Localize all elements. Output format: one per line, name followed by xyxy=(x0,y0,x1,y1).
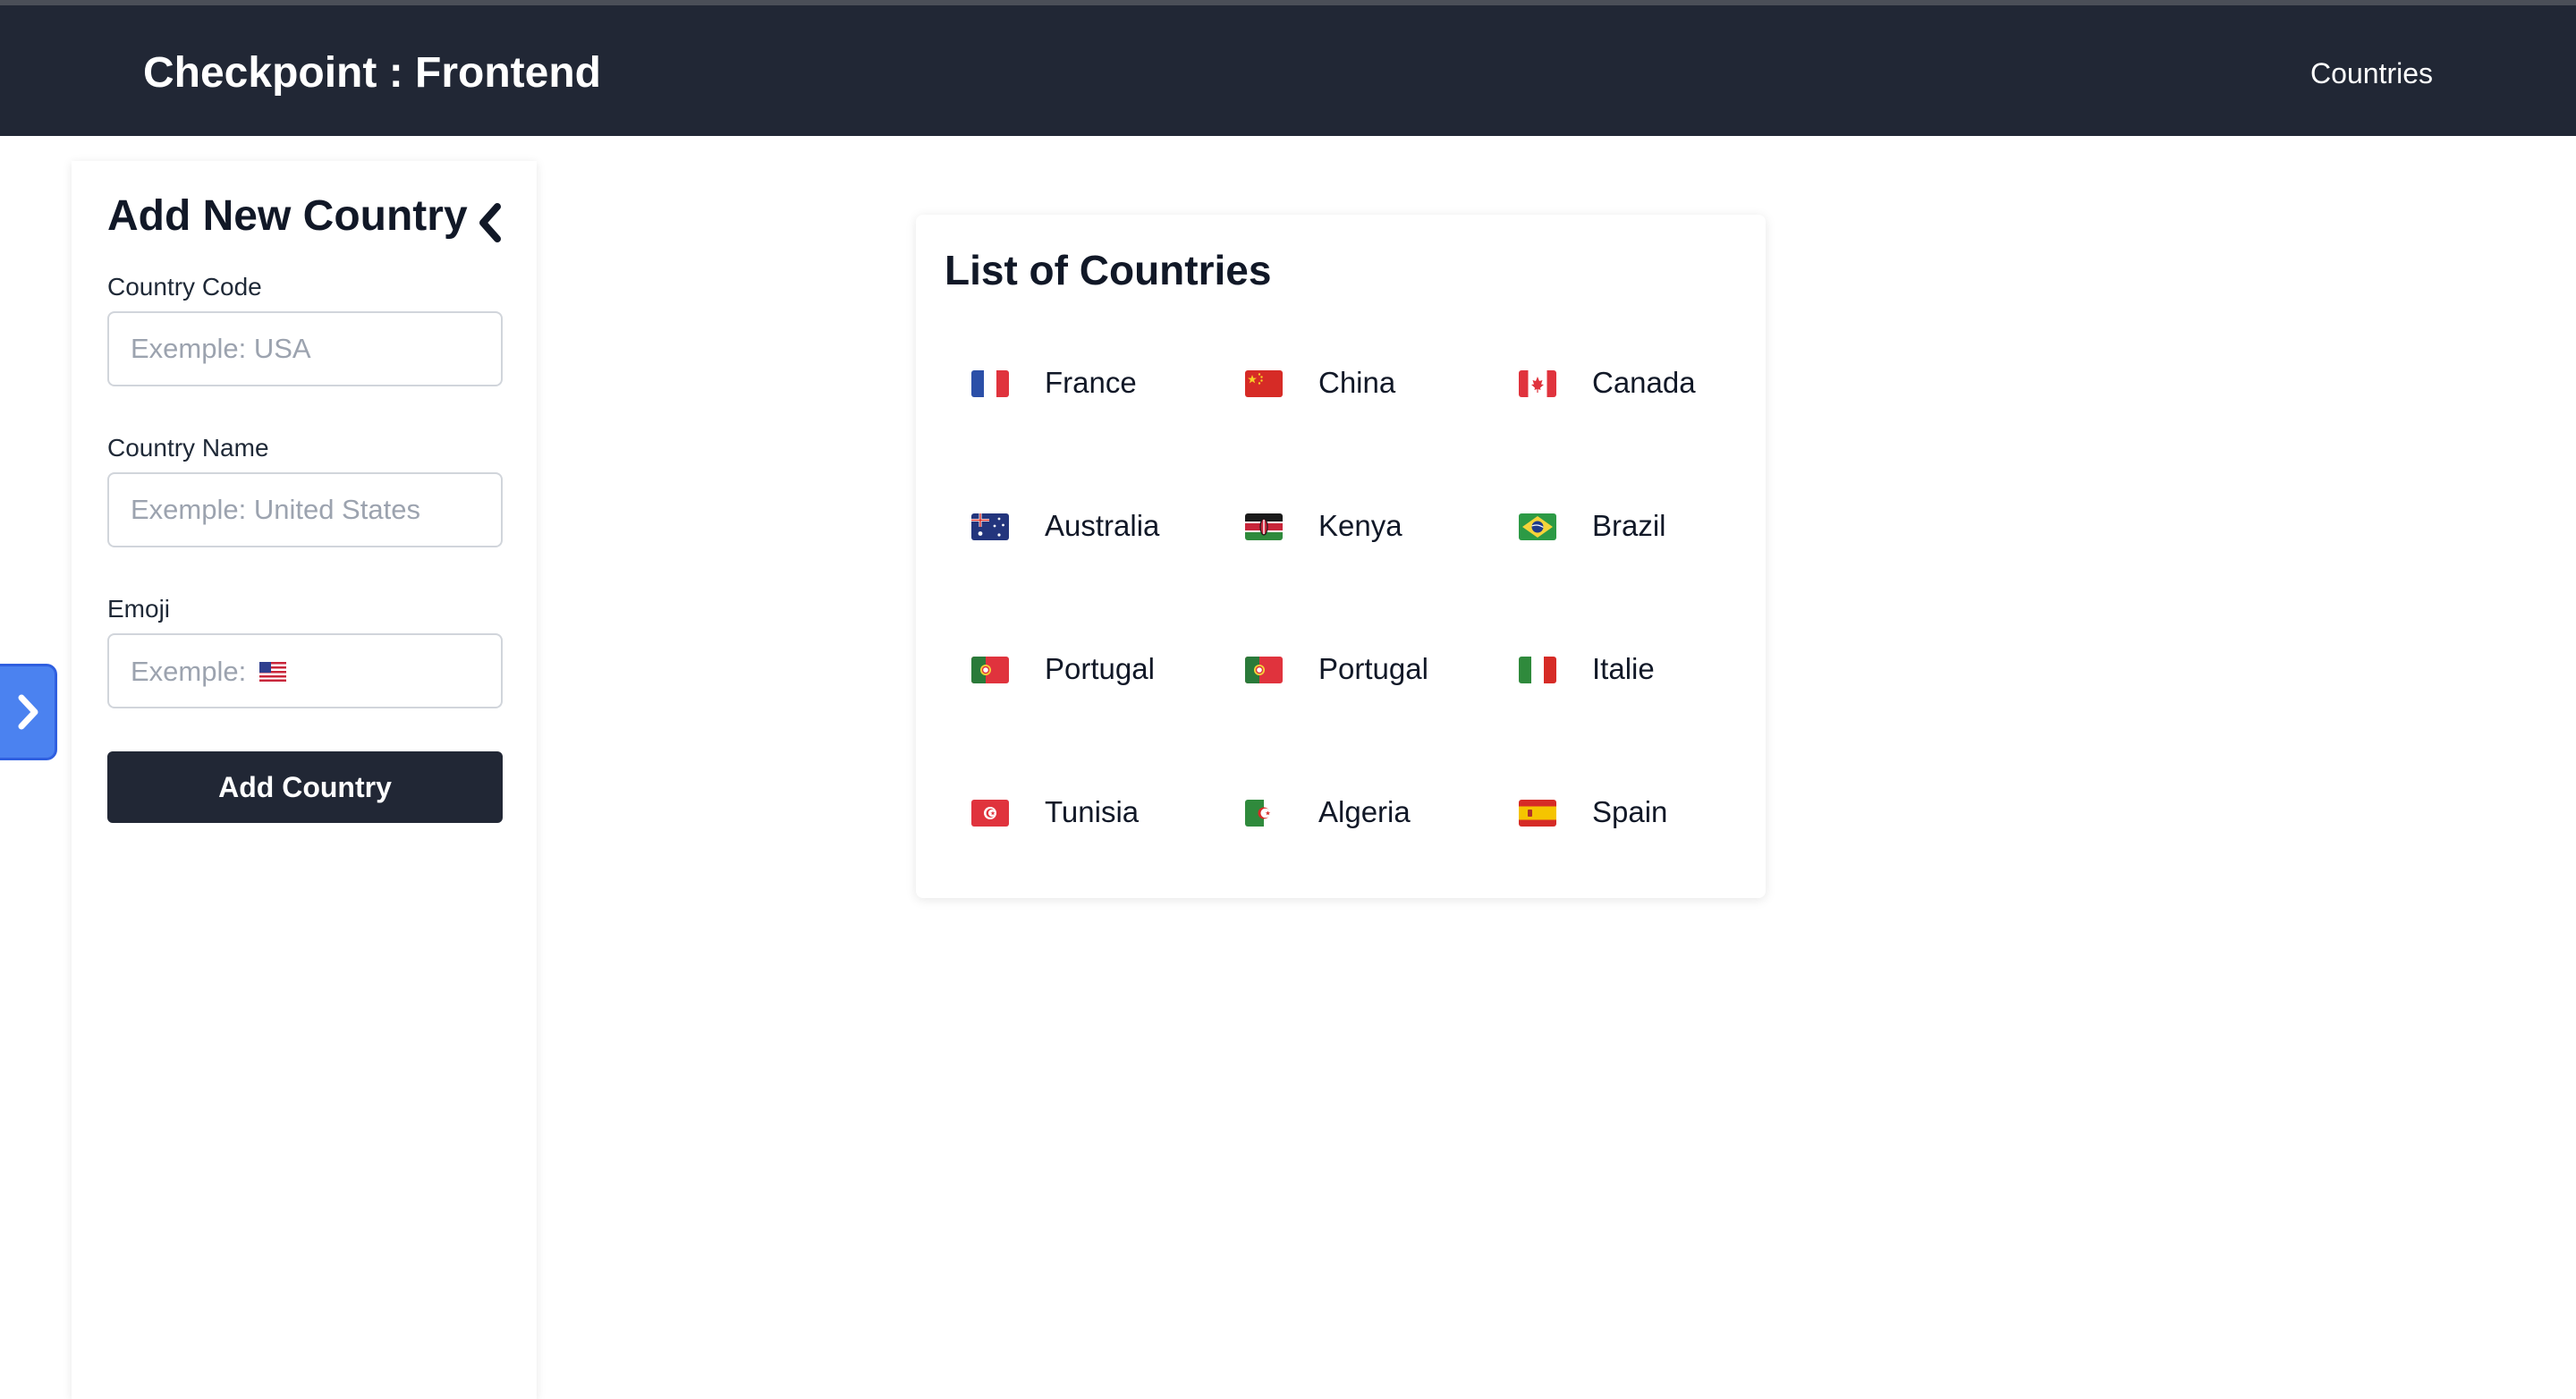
country-name: Australia xyxy=(1045,509,1160,542)
app-title: Checkpoint : Frontend xyxy=(143,49,601,97)
country-item[interactable]: Portugal xyxy=(945,606,1218,750)
nav-link-countries[interactable]: Countries xyxy=(2310,55,2433,91)
flag-spain-icon xyxy=(1519,800,1556,827)
flag-portugal-icon xyxy=(971,657,1009,683)
emoji-input-placeholder: Exemple: xyxy=(131,656,247,687)
country-item[interactable]: Italie xyxy=(1492,606,1764,750)
country-item[interactable]: Spain xyxy=(1492,750,1764,893)
country-name: Algeria xyxy=(1318,795,1411,828)
country-name-label: Country Name xyxy=(107,434,269,462)
add-country-sidebar: Add New Country Country Code Country Nam… xyxy=(72,161,537,1399)
countries-list-card: List of Countries France China Canada Austr… xyxy=(916,215,1766,898)
add-country-button[interactable]: Add Country xyxy=(107,751,503,823)
country-name: Canada xyxy=(1592,366,1696,399)
country-name: France xyxy=(1045,366,1137,399)
country-name: Spain xyxy=(1592,795,1668,828)
chevron-right-icon xyxy=(18,694,38,730)
country-name: Portugal xyxy=(1318,652,1428,685)
flag-brazil-icon xyxy=(1519,513,1556,540)
country-item[interactable]: Kenya xyxy=(1218,463,1492,606)
country-name-input[interactable] xyxy=(107,472,503,547)
country-name: Kenya xyxy=(1318,509,1402,542)
flag-usa-icon xyxy=(259,662,286,682)
flag-australia-icon xyxy=(971,513,1009,540)
country-name: Italie xyxy=(1592,652,1655,685)
country-item[interactable]: Portugal xyxy=(1218,606,1492,750)
sidebar-collapse-button[interactable] xyxy=(470,188,510,245)
flag-italy-icon xyxy=(1519,657,1556,683)
country-item[interactable]: China xyxy=(1218,320,1492,463)
flag-canada-icon xyxy=(1519,370,1556,397)
flag-kenya-icon xyxy=(1245,513,1283,540)
country-item[interactable]: Australia xyxy=(945,463,1218,606)
country-grid: France China Canada Australia Kenya Brazil Por… xyxy=(945,320,1764,893)
emoji-label: Emoji xyxy=(107,595,171,623)
flag-france-icon xyxy=(971,370,1009,397)
country-code-input[interactable] xyxy=(107,311,503,386)
flag-algeria-icon xyxy=(1245,800,1283,827)
countries-list-title: List of Countries xyxy=(945,247,1272,293)
flag-tunisia-icon xyxy=(971,800,1009,827)
chevron-left-icon xyxy=(479,203,501,242)
country-name: China xyxy=(1318,366,1396,399)
top-navbar: Checkpoint : Frontend Countries xyxy=(0,5,2576,136)
emoji-input[interactable]: Exemple: xyxy=(107,633,503,708)
country-item[interactable]: Brazil xyxy=(1492,463,1764,606)
flag-portugal-icon xyxy=(1245,657,1283,683)
country-item[interactable]: France xyxy=(945,320,1218,463)
country-name: Tunisia xyxy=(1045,795,1140,828)
sidebar-expand-toggle[interactable] xyxy=(0,664,57,760)
country-name: Brazil xyxy=(1592,509,1666,542)
flag-china-icon xyxy=(1245,370,1283,397)
sidebar-title: Add New Country xyxy=(107,192,468,240)
country-item[interactable]: Algeria xyxy=(1218,750,1492,893)
country-item[interactable]: Canada xyxy=(1492,320,1764,463)
country-item[interactable]: Tunisia xyxy=(945,750,1218,893)
country-code-label: Country Code xyxy=(107,273,262,301)
sidebar-header: Add New Country xyxy=(107,188,510,245)
country-name: Portugal xyxy=(1045,652,1155,685)
